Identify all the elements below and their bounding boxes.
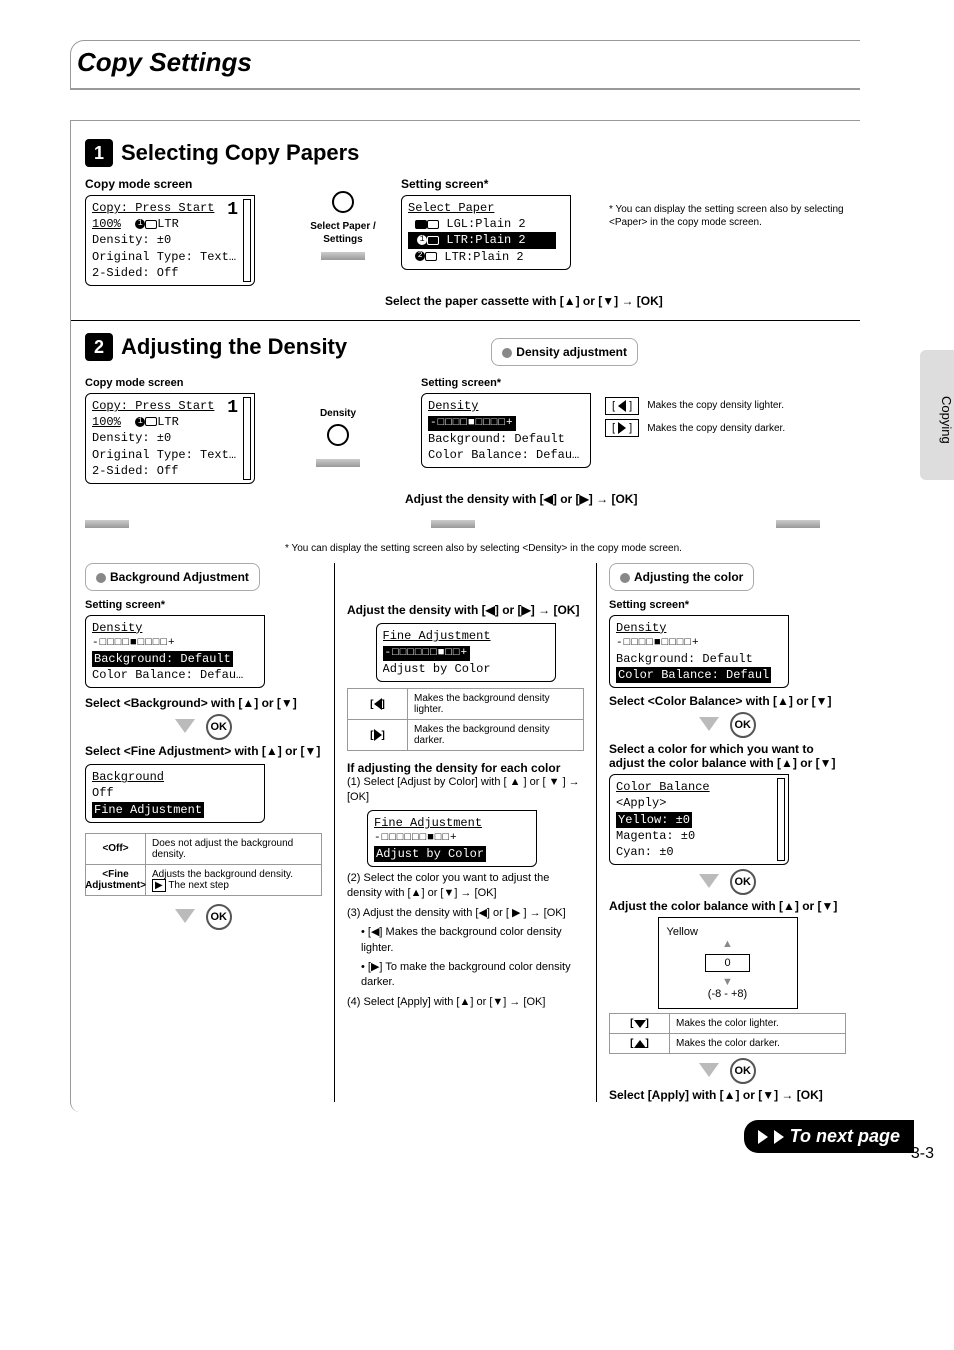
- ok-button-icon: OK: [730, 1058, 756, 1084]
- right-key-desc: Makes the copy density darker.: [647, 422, 785, 435]
- copy-mode-label: Copy mode screen: [85, 177, 285, 191]
- down-arrow-icon: [699, 717, 719, 731]
- colB-s3a: • [◀] Makes the background color density…: [361, 925, 584, 956]
- section2-number: 2: [85, 333, 113, 361]
- adjusting-color-heading: Adjusting the color: [609, 563, 754, 591]
- left-key-desc: Makes the copy density lighter.: [647, 399, 784, 412]
- section1-instruction: Select the paper cassette with [▲] or [▼…: [385, 294, 846, 308]
- section1-number: 1: [85, 139, 113, 167]
- section2-instruction: Adjust the density with [◀] or [▶] → [OK…: [405, 492, 846, 506]
- page-title: Copy Settings: [70, 40, 860, 90]
- colB-fa2-lcd: Fine Adjustment -□□□□□□■□□+ Adjust by Co…: [367, 810, 537, 867]
- density-lcd: Density -□□□□■□□□□+ Background: Default …: [421, 393, 591, 468]
- ok-button-icon: OK: [730, 712, 756, 738]
- multi-tray-icon: [415, 220, 427, 229]
- copy-mode-lcd: Copy: Press Start 100% 1LTR1 Density: ±0…: [85, 195, 255, 286]
- select-paper-label: Select Paper / Settings: [293, 220, 393, 246]
- copy-mode-lcd-2: Copy: Press Start 100% 1LTR1 Density: ±0…: [85, 393, 255, 484]
- colC-density-lcd: Density -□□□□■□□□□+ Background: Default …: [609, 615, 789, 688]
- colB-s2: (2) Select the color you want to adjust …: [347, 871, 584, 902]
- colB-s3: (3) Adjust the density with [◀] or [ ▶ ]…: [347, 906, 584, 921]
- next-arrow-icon: [774, 1130, 784, 1144]
- colB-s4: (4) Select [Apply] with [▲] or [▼] → [OK…: [347, 995, 584, 1010]
- select-paper-lcd: Select Paper LGL:Plain 2 1 LTR:Plain 2 2…: [401, 195, 571, 270]
- down-arrow-icon: [175, 719, 195, 733]
- ok-button-icon: OK: [206, 714, 232, 740]
- setting-screen-label-2: Setting screen*: [421, 377, 591, 389]
- next-arrow-icon: [758, 1130, 768, 1144]
- colB-key-table: [ ]Makes the background density lighter.…: [347, 688, 584, 751]
- colA-step1: Select <Background> with [▲] or [▼]: [85, 696, 322, 710]
- colC-cb-lcd: Color Balance <Apply> Yellow: ±0 Magenta…: [609, 774, 789, 865]
- colB-heading2: If adjusting the density for each color: [347, 761, 584, 775]
- setting-screen-label: Setting screen*: [401, 177, 591, 191]
- left-key-icon: [ ]: [605, 397, 639, 415]
- colC-step3: Adjust the color balance with [▲] or [▼]: [609, 899, 846, 913]
- section1-footnote: * You can display the setting screen als…: [609, 203, 846, 229]
- colB-s1: (1) Select [Adjust by Color] with [ ▲ ] …: [347, 775, 584, 806]
- colC-step1: Select <Color Balance> with [▲] or [▼]: [609, 694, 846, 708]
- density-button-icon: [327, 424, 349, 446]
- density-label: Density: [293, 407, 383, 420]
- select-paper-button-icon: [332, 191, 354, 213]
- section1-title: Selecting Copy Papers: [121, 140, 359, 166]
- to-next-page-badge: To next page: [744, 1120, 914, 1153]
- colC-step4: Select [Apply] with [▲] or [▼] → [OK]: [609, 1088, 846, 1102]
- colC-key-table: [ ]Makes the color lighter. [ ]Makes the…: [609, 1013, 846, 1054]
- section2-title: Adjusting the Density: [121, 334, 347, 360]
- page-number: 3-3: [911, 1145, 934, 1163]
- colA-density-lcd: Density -□□□□■□□□□+ Background: Default …: [85, 615, 265, 688]
- right-key-icon: [ ]: [605, 419, 639, 437]
- colB-step1: Adjust the density with [◀] or [▶] → [OK…: [347, 603, 584, 617]
- colB-s3b: • [▶] To make the background color densi…: [361, 960, 584, 991]
- copy-mode-label-2: Copy mode screen: [85, 377, 285, 389]
- colC-step2: Select a color for which you want to adj…: [609, 742, 846, 770]
- down-arrow-icon: [699, 874, 719, 888]
- ok-button-icon: OK: [730, 869, 756, 895]
- colC-setting-label: Setting screen*: [609, 599, 846, 611]
- down-arrow-icon: [175, 909, 195, 923]
- colA-setting-label: Setting screen*: [85, 599, 322, 611]
- ok-button-icon: OK: [206, 904, 232, 930]
- down-arrow-icon: [699, 1063, 719, 1077]
- yellow-adjust-box: Yellow ▲ 0 ▼ (-8 - +8): [658, 917, 798, 1009]
- section2-subnote: * You can display the setting screen als…: [285, 542, 846, 555]
- colA-bg-lcd: Background Off Fine Adjustment: [85, 764, 265, 823]
- background-adjustment-heading: Background Adjustment: [85, 563, 260, 591]
- density-adjustment-panel: Density adjustment: [491, 338, 638, 366]
- colA-option-table: <Off>Does not adjust the background dens…: [85, 833, 322, 896]
- colB-fa-lcd: Fine Adjustment -□□□□□□■□□+ Adjust by Co…: [376, 623, 556, 682]
- colA-step2: Select <Fine Adjustment> with [▲] or [▼]: [85, 744, 322, 758]
